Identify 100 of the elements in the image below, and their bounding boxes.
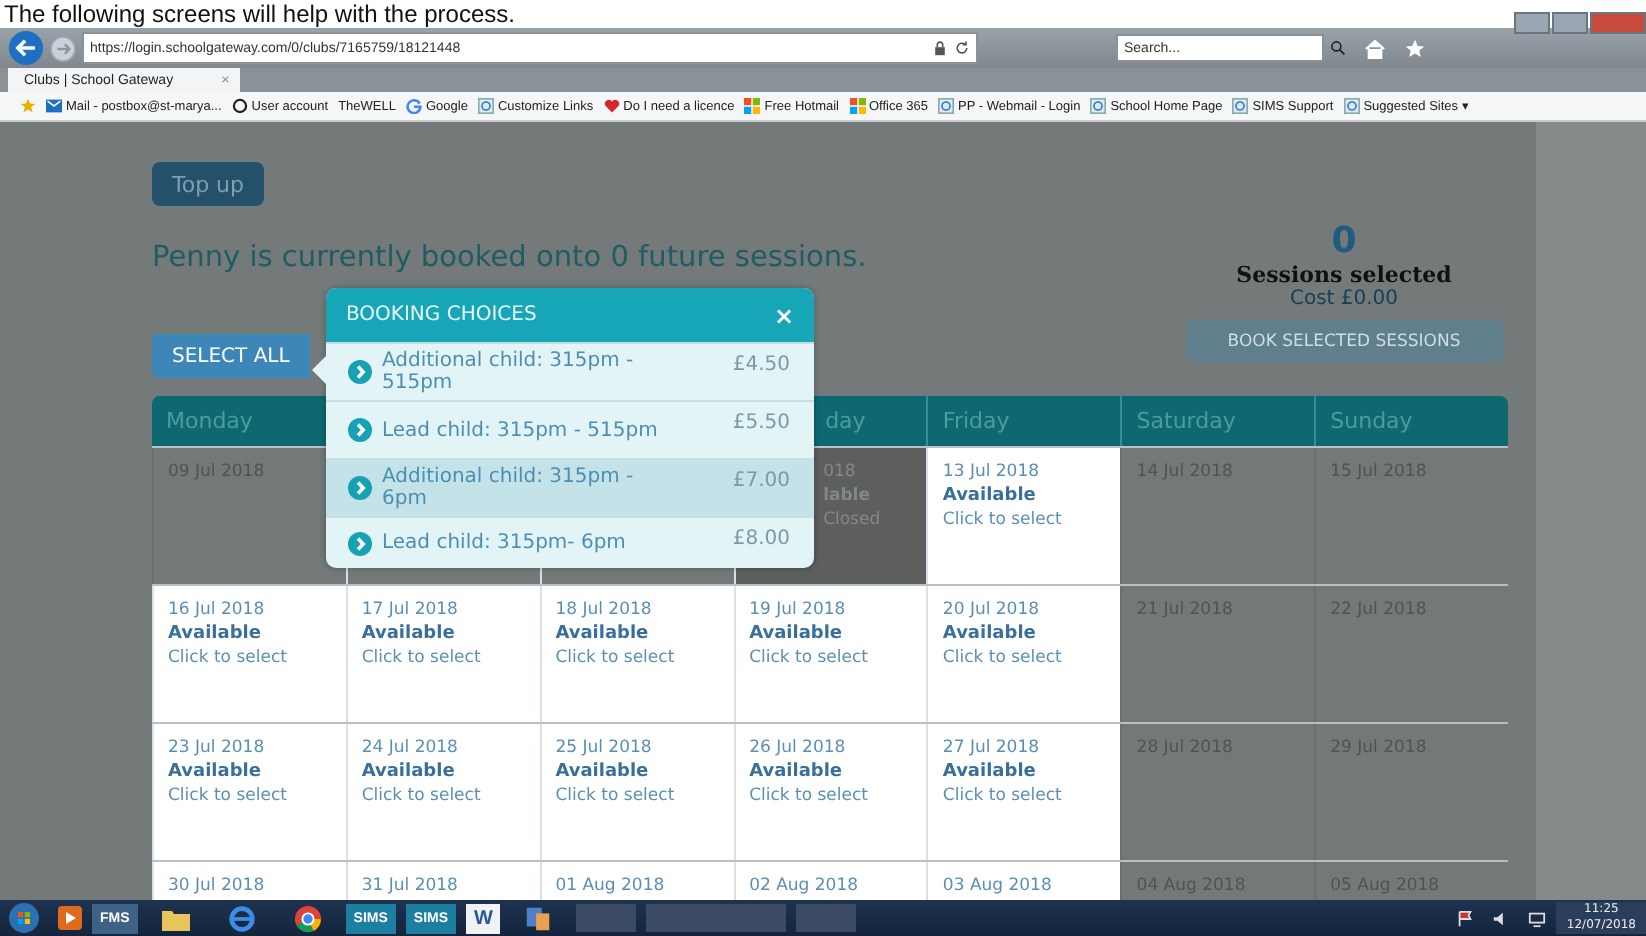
select-link[interactable]: Click to select [942, 508, 1107, 532]
popup-title: BOOKING CHOICES [346, 304, 537, 326]
lock-icon [932, 40, 948, 56]
chevron-icon [348, 531, 372, 555]
day-cell[interactable]: 17 Jul 2018 Available Click to select [345, 586, 540, 722]
price-text: £8.00 [732, 526, 790, 550]
top-up-button[interactable]: Top up [152, 162, 265, 206]
star-icon[interactable] [1404, 37, 1426, 59]
chevron-icon [348, 418, 372, 442]
select-link[interactable]: Click to select [168, 646, 332, 670]
status-text: Available [168, 622, 263, 646]
chevron-icon [348, 360, 372, 384]
day-cell[interactable]: 25 Jul 2018 Available Click to select [539, 724, 734, 860]
page-icon [938, 98, 955, 114]
date-text: 24 Jul 2018 [361, 736, 460, 760]
select-link[interactable]: Click to select [749, 784, 913, 808]
day-cell[interactable]: 18 Jul 2018 Available Click to select [539, 586, 734, 722]
select-all-button[interactable]: SELECT ALL [152, 334, 310, 378]
select-link[interactable]: Click to select [168, 784, 332, 808]
select-link[interactable]: Click to select [942, 646, 1107, 670]
cost-text: Cost £0.00 [1289, 288, 1399, 310]
date-text: 19 Jul 2018 [749, 598, 848, 622]
day-header: Saturday [1136, 408, 1236, 434]
date-text: 27 Jul 2018 [942, 736, 1042, 760]
circle-icon [231, 98, 248, 114]
day-cell[interactable]: 27 Jul 2018 Available Click to select [926, 724, 1121, 860]
date-text: 25 Jul 2018 [555, 736, 654, 760]
day-header: Sunday [1330, 408, 1413, 434]
start-button[interactable] [8, 902, 40, 934]
day-cell[interactable]: 13 Jul 2018 Available Click to select [926, 448, 1121, 584]
date-text: 23 Jul 2018 [168, 736, 267, 760]
date-text: 13 Jul 2018 [942, 460, 1042, 484]
price-text: £4.50 [732, 352, 790, 376]
day-cell[interactable]: 02 Aug 2018 [733, 862, 927, 900]
refresh-icon[interactable] [954, 40, 970, 56]
search-icon[interactable] [1330, 40, 1346, 56]
day-cell[interactable]: 19 Jul 2018 Available Click to select [733, 586, 927, 722]
media-player-icon[interactable] [58, 906, 82, 930]
status-text: Available [942, 622, 1038, 646]
date-text: 30 Jul 2018 [168, 874, 267, 898]
flag-icon[interactable] [1456, 909, 1475, 927]
day-cell[interactable]: 24 Jul 2018 Available Click to select [345, 724, 540, 860]
day-cell[interactable]: 26 Jul 2018 Available Click to select [733, 724, 927, 860]
heart-icon [603, 98, 620, 114]
date-text: 17 Jul 2018 [361, 598, 460, 622]
status-text: Available [942, 760, 1038, 784]
day-header: day [825, 408, 866, 434]
sessions-selected-label: Sessions selected [1236, 262, 1452, 288]
select-link[interactable]: Click to select [942, 784, 1107, 808]
status-text: Available [555, 622, 651, 646]
day-cell[interactable]: 31 Jul 2018 [345, 862, 540, 900]
back-icon[interactable] [8, 30, 44, 66]
date-text: 31 Jul 2018 [361, 874, 460, 898]
day-cell[interactable]: 01 Aug 2018 [539, 862, 734, 900]
monitor-icon[interactable] [1528, 909, 1547, 927]
status-text: Available [749, 622, 845, 646]
day-cell[interactable]: 03 Aug 2018 [926, 862, 1121, 900]
caption-text: The following screens will help with the process. [0, 0, 1646, 28]
chrome-icon[interactable] [291, 903, 324, 933]
select-link[interactable]: Click to select [749, 646, 913, 670]
price-text: £7.00 [732, 468, 790, 492]
date-text: 20 Jul 2018 [942, 598, 1042, 622]
taskbar-app[interactable]: W [466, 903, 501, 933]
price-text: £5.50 [732, 410, 790, 434]
date-text: 02 Aug 2018 [749, 874, 861, 898]
page-icon [1343, 98, 1360, 114]
tiles-icon [744, 98, 761, 114]
day-cell[interactable]: 20 Jul 2018 Available Click to select [926, 586, 1121, 722]
select-link[interactable]: Click to select [361, 784, 526, 808]
day-header: Friday [942, 408, 1010, 434]
page-icon [477, 98, 494, 114]
status-text: Available [361, 760, 457, 784]
date-text: 26 Jul 2018 [749, 736, 848, 760]
day-cell[interactable]: 23 Jul 2018 Available Click to select [152, 724, 346, 860]
chevron-icon [348, 476, 372, 500]
status-text: Available [749, 760, 845, 784]
date-text: 03 Aug 2018 [942, 874, 1054, 898]
globe-icon[interactable] [225, 903, 258, 933]
date-text: 16 Jul 2018 [168, 598, 267, 622]
mail-icon [46, 98, 62, 114]
close-button[interactable]: × [773, 301, 794, 329]
date-text: 18 Jul 2018 [555, 598, 654, 622]
day-cell[interactable]: 30 Jul 2018 [152, 862, 346, 900]
day-header: Monday [166, 408, 253, 434]
booking-choice[interactable]: Additional child: 315pm - 515pm £4.50 [326, 342, 814, 400]
select-link[interactable]: Click to select [555, 646, 720, 670]
page-icon [1232, 98, 1249, 114]
booking-choice[interactable]: Lead child: 315pm- 6pm £8.00 [326, 516, 814, 568]
sessions-count: 0 [1331, 222, 1357, 262]
select-link[interactable]: Click to select [555, 784, 720, 808]
status-text: Available [361, 622, 457, 646]
date-text: 01 Aug 2018 [555, 874, 667, 898]
home-icon[interactable] [1364, 37, 1386, 59]
tiles-icon [849, 98, 865, 114]
select-link[interactable]: Click to select [361, 646, 526, 670]
status-text: Available [168, 760, 263, 784]
day-cell[interactable]: 16 Jul 2018 Available Click to select [152, 586, 346, 722]
page-icon [1090, 98, 1107, 114]
app-icon[interactable] [522, 903, 555, 933]
status-text: Available [942, 484, 1038, 508]
